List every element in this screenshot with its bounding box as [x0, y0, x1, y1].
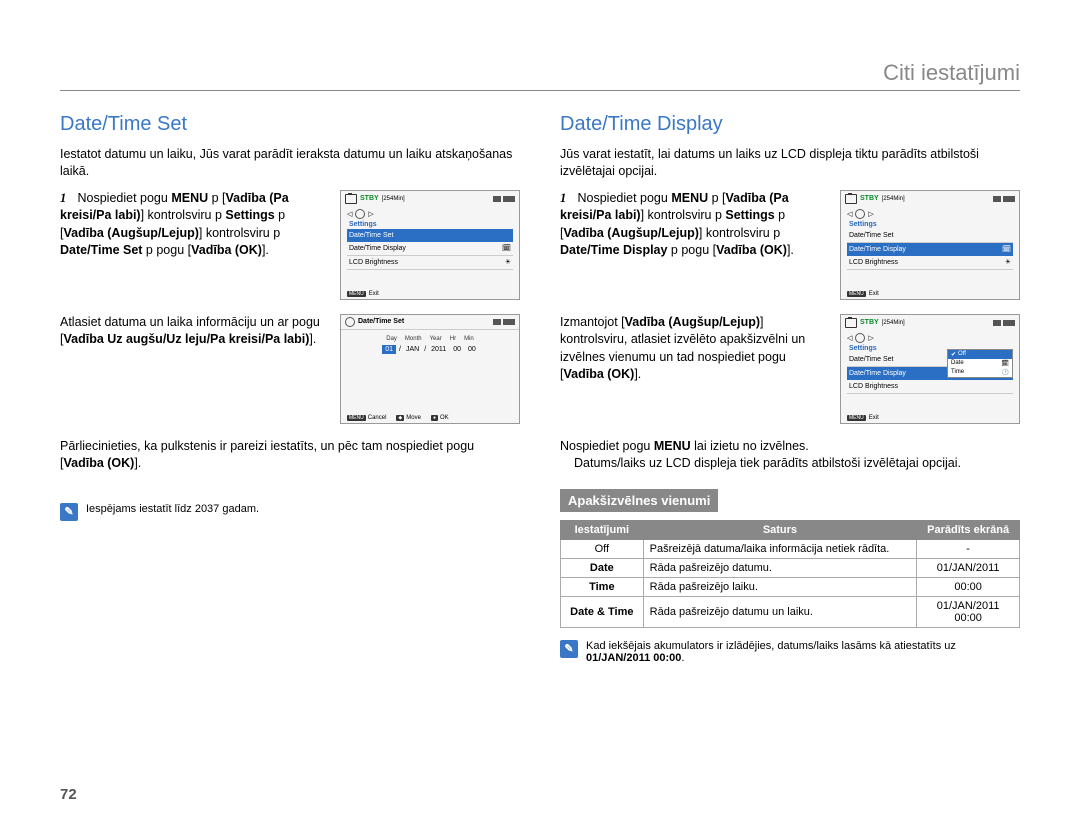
note-right: ✎ Kad iekšējais akumulators ir izlādējie…: [560, 640, 1020, 664]
camera-icon: [845, 194, 857, 204]
clock-icon: [345, 317, 355, 327]
table-row: Time Rāda pašreizējo laiku. 00:00: [561, 577, 1020, 596]
table-header: Saturs: [643, 520, 917, 539]
section-date-time-set: Date/Time Set Iestatot datumu un laiku, …: [60, 109, 520, 664]
dt-values: 01/ JAN/ 2011 00 00: [341, 345, 519, 354]
brightness-icon: ☀: [505, 258, 511, 266]
menu-item: Date/Time Display🗓: [847, 243, 1013, 256]
step2-right: Izmantojot [Vadība (Augšup/Lejup)] kontr…: [560, 314, 828, 384]
menu-category: Settings: [349, 221, 513, 228]
step2-left: Atlasiet datuma un laika informāciju un …: [60, 314, 328, 349]
menu-item: Date/Time Set: [347, 229, 513, 242]
lcd-bottom-bar: MENUCancel ◆Move ●OK: [341, 415, 519, 421]
menu-item: LCD Brightness☀: [347, 256, 513, 270]
table-header: Iestatījumi: [561, 520, 644, 539]
page-number: 72: [60, 786, 77, 803]
menu-item: Date/Time Set: [847, 229, 1013, 243]
check-icon: ✔: [951, 351, 956, 358]
lcd-exit: MENUExit: [847, 415, 879, 421]
card-icon: [493, 319, 501, 325]
gear-icon: [355, 209, 365, 219]
battery-icon: [1003, 196, 1015, 202]
note-icon: ✎: [560, 640, 578, 658]
note-icon: ✎: [60, 503, 78, 521]
lcd-screenshot-1: STBY [254Min] ◁▷ Settings Date/Time Set …: [340, 190, 520, 300]
nav-right-icon: ▷: [368, 210, 373, 218]
nav-left-icon: ◁: [347, 210, 352, 218]
step3-left: Pārliecinieties, ka pulkstenis ir pareiz…: [60, 438, 520, 473]
camera-icon: [345, 194, 357, 204]
table-header: Parādīts ekrānā: [917, 520, 1020, 539]
dt-labels: DayMonthYearHrMin: [341, 336, 519, 342]
card-icon: [993, 320, 1001, 326]
lcd-stby: STBY: [360, 195, 379, 202]
clock-icon: 🕐: [1002, 369, 1009, 376]
note-left: ✎ Iespējams iestatīt līdz 2037 gadam.: [60, 503, 520, 521]
brightness-icon: ☀: [1005, 258, 1011, 266]
page-title: Citi iestatījumi: [60, 60, 1020, 91]
step1-right: 1 Nospiediet pogu MENU p [Vadība (Pa kre…: [560, 190, 828, 260]
step-number: 1: [560, 190, 574, 208]
nav-left-icon: ◁: [847, 210, 852, 218]
lcd-screenshot-2: Date/Time Set DayMonthYearHrMin 01/ JAN/…: [340, 314, 520, 424]
battery-icon: [503, 319, 515, 325]
menu-item: LCD Brightness: [847, 380, 1013, 394]
card-icon: [993, 196, 1001, 202]
date-icon: 🗓: [1002, 245, 1011, 253]
table-row: Date & Time Rāda pašreizējo datumu un la…: [561, 596, 1020, 627]
heading-date-time-display: Date/Time Display: [560, 113, 1020, 136]
submenu-popup: ✔Off Date🗓 Time🕐: [947, 349, 1013, 378]
lcd-screenshot-4: STBY [254Min] ◁▷ Settings Date/Time Set …: [840, 314, 1020, 424]
step-number: 1: [60, 190, 74, 208]
gear-icon: [855, 209, 865, 219]
battery-icon: [503, 196, 515, 202]
date-icon: 🗓: [502, 244, 511, 252]
heading-date-time-set: Date/Time Set: [60, 113, 520, 136]
nav-left-icon: ◁: [847, 334, 852, 342]
popup-item: ✔Off: [948, 350, 1012, 359]
options-table: Iestatījumi Saturs Parādīts ekrānā Off P…: [560, 520, 1020, 628]
lcd-time: [254Min]: [382, 196, 405, 202]
table-row: Date Rāda pašreizējo datumu. 01/JAN/2011: [561, 558, 1020, 577]
intro-left: Iestatot datumu un laiku, Jūs varat parā…: [60, 146, 520, 180]
lcd-exit: MENUExit: [347, 291, 379, 297]
battery-icon: [1003, 320, 1015, 326]
table-row: Off Pašreizējā datuma/laika informācija …: [561, 539, 1020, 558]
step1-left: 1 Nospiediet pogu MENU p [Vadība (Pa kre…: [60, 190, 328, 260]
nav-right-icon: ▷: [868, 210, 873, 218]
popup-item: Date🗓: [948, 359, 1012, 368]
menu-item: LCD Brightness☀: [847, 256, 1013, 270]
gear-icon: [855, 333, 865, 343]
intro-right: Jūs varat iestatīt, lai datums un laiks …: [560, 146, 1020, 180]
sub-heading: Apakšizvēlnes vienumi: [560, 489, 718, 512]
section-date-time-display: Date/Time Display Jūs varat iestatīt, la…: [560, 109, 1020, 664]
lcd-exit: MENUExit: [847, 291, 879, 297]
date-icon: 🗓: [1001, 360, 1009, 367]
card-icon: [493, 196, 501, 202]
step3-right: Nospiediet pogu MENU lai izietu no izvēl…: [560, 438, 1020, 473]
camera-icon: [845, 318, 857, 328]
nav-right-icon: ▷: [868, 334, 873, 342]
menu-item: Date/Time Display🗓: [347, 242, 513, 256]
popup-item: Time🕐: [948, 368, 1012, 377]
lcd-screenshot-3: STBY [254Min] ◁▷ Settings Date/Time Set …: [840, 190, 1020, 300]
